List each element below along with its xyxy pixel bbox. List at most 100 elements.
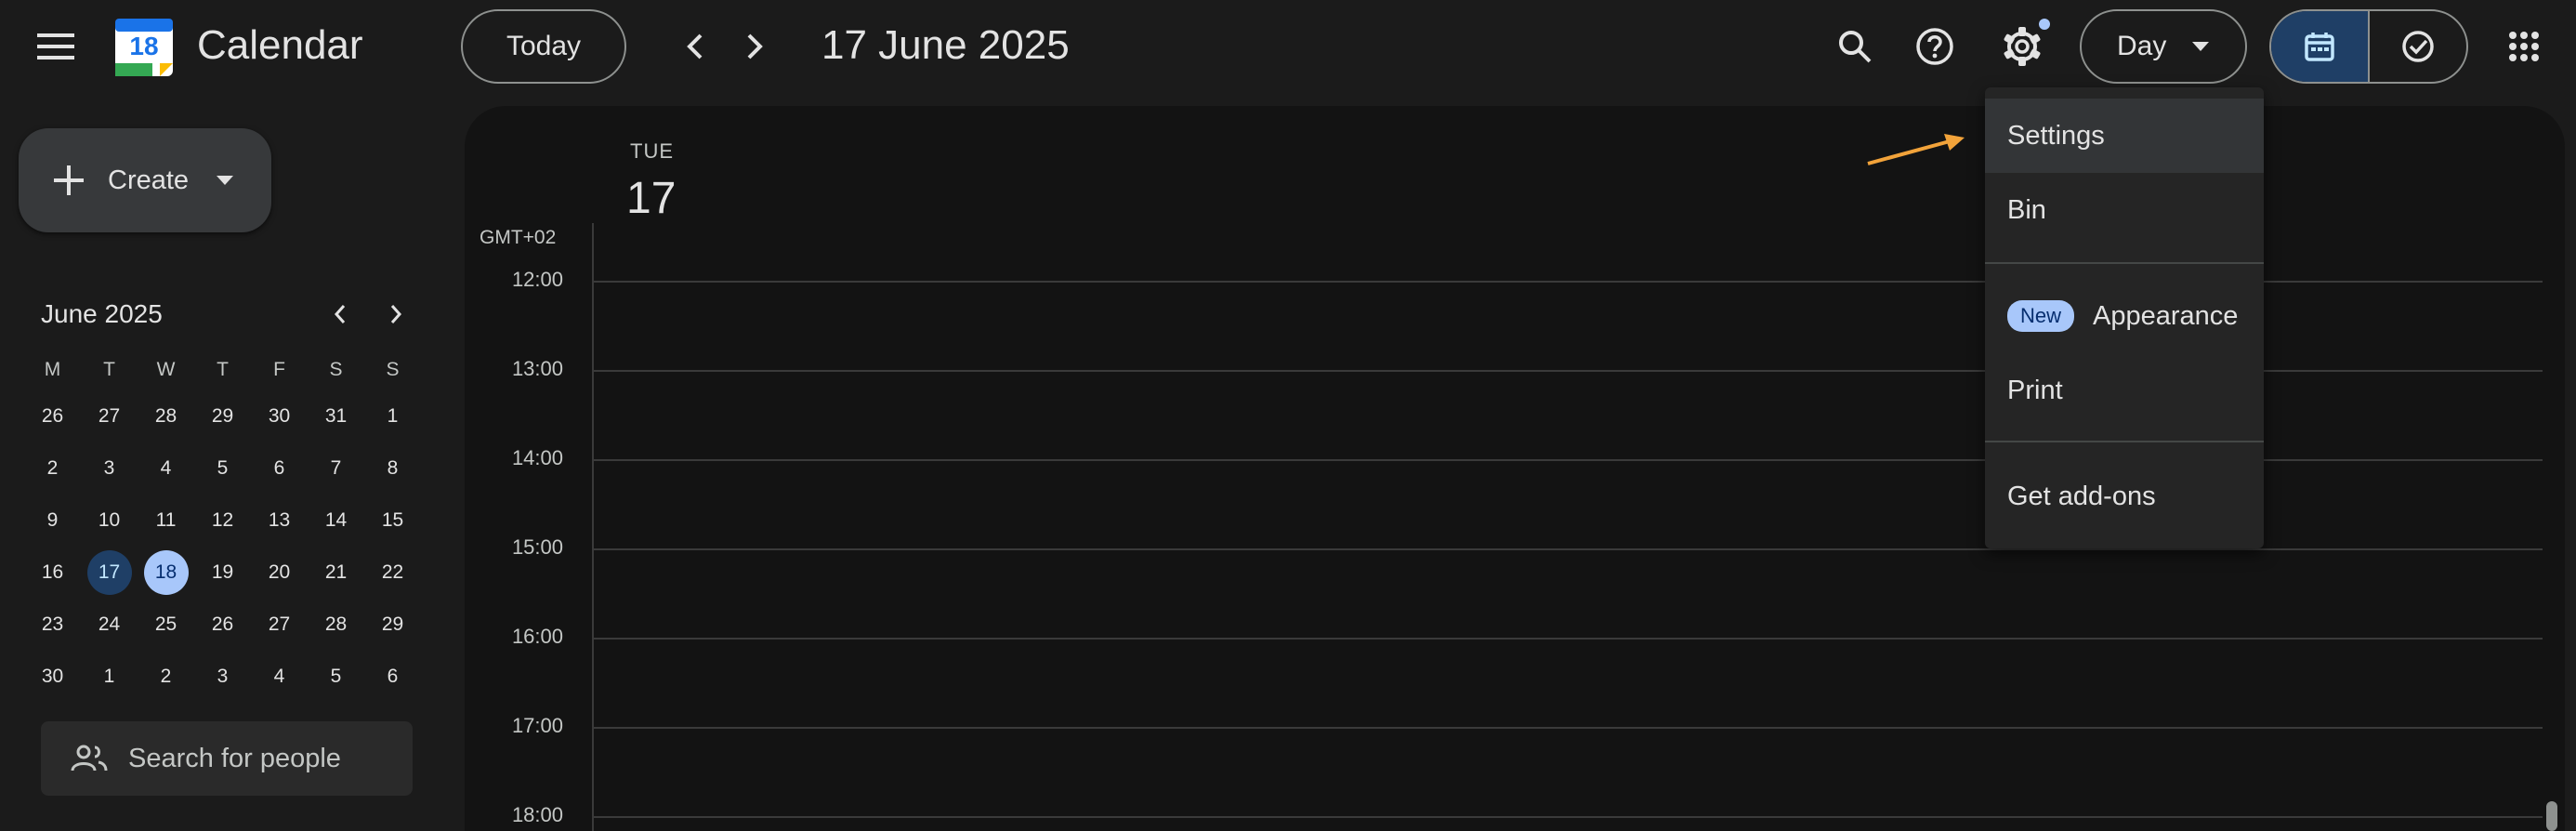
mini-calendar-cell: 17 — [81, 550, 138, 595]
calendar-view-toggle[interactable] — [2271, 11, 2370, 82]
mini-calendar-day[interactable]: 2 — [144, 654, 189, 699]
view-switcher-button[interactable]: Day — [2080, 9, 2247, 84]
mini-calendar-day[interactable]: 5 — [314, 654, 359, 699]
hour-gridline — [593, 638, 2543, 640]
mini-calendar-day[interactable]: 3 — [201, 654, 245, 699]
previous-period-button[interactable] — [669, 20, 721, 73]
mini-calendar-day[interactable]: 27 — [87, 394, 132, 439]
mini-calendar-day[interactable]: 7 — [314, 446, 359, 491]
today-button[interactable]: Today — [461, 9, 626, 84]
mini-calendar-cell: 7 — [308, 446, 364, 491]
mini-calendar-day[interactable]: 23 — [31, 602, 75, 647]
mini-calendar-day[interactable]: 26 — [201, 602, 245, 647]
menu-divider — [1985, 441, 2264, 442]
mini-calendar-day[interactable]: 18 — [143, 550, 189, 595]
mini-calendar-day[interactable]: 22 — [371, 550, 415, 595]
app-title: Calendar — [197, 22, 363, 68]
support-button[interactable] — [1909, 20, 1961, 73]
search-icon — [1839, 31, 1872, 63]
chevron-left-icon — [334, 305, 346, 323]
mini-calendar-day[interactable]: 8 — [371, 446, 415, 491]
mini-calendar-day[interactable]: 16 — [31, 550, 75, 595]
mini-calendar-day[interactable]: 28 — [144, 394, 189, 439]
mini-calendar-weeks: 26 27 28 29 30 31 1 2 3 4 5 6 7 8 9 10 11 12 13 14 15 16 17 18 1… — [24, 394, 424, 699]
hamburger-icon — [37, 33, 74, 59]
mini-calendar-day[interactable]: 12 — [201, 498, 245, 543]
mini-calendar-day[interactable]: 29 — [371, 602, 415, 647]
chevron-right-icon — [747, 33, 763, 59]
mini-calendar-cell: 12 — [194, 498, 251, 543]
calendar-logo[interactable]: 18 — [113, 17, 175, 78]
menu-item-get-addons[interactable]: Get add-ons — [1985, 459, 2264, 534]
mini-calendar-day[interactable]: 4 — [257, 654, 302, 699]
mini-calendar-day[interactable]: 21 — [314, 550, 359, 595]
mini-calendar-day[interactable]: 1 — [371, 394, 415, 439]
task-check-icon — [2402, 31, 2434, 62]
mini-calendar-day[interactable]: 2 — [31, 446, 75, 491]
hour-label: 14:00 — [511, 446, 563, 469]
mini-calendar-day[interactable]: 27 — [257, 602, 302, 647]
mini-calendar-day[interactable]: 24 — [87, 602, 132, 647]
mini-calendar-cell: 8 — [364, 446, 421, 491]
mini-calendar-day[interactable]: 30 — [31, 654, 75, 699]
search-people-input[interactable]: Search for people — [41, 721, 413, 796]
mini-calendar-cell: 3 — [194, 654, 251, 699]
mini-calendar-day[interactable]: 28 — [314, 602, 359, 647]
mini-calendar-day[interactable]: 26 — [31, 394, 75, 439]
mini-calendar-cell: 3 — [81, 446, 138, 491]
mini-calendar-cell: 2 — [138, 654, 194, 699]
notification-dot — [2039, 19, 2050, 30]
mini-calendar-prev-button[interactable] — [322, 296, 359, 333]
calendar-icon — [2305, 33, 2334, 61]
mini-calendar-cell: 27 — [81, 394, 138, 439]
mini-calendar-day[interactable]: 4 — [144, 446, 189, 491]
mini-calendar-cell: 21 — [308, 550, 364, 595]
scrollbar-thumb[interactable] — [2546, 801, 2557, 831]
search-button[interactable] — [1829, 20, 1881, 73]
mini-calendar-day[interactable]: 9 — [31, 498, 75, 543]
create-button-label: Create — [108, 165, 190, 195]
create-button[interactable]: Create — [19, 128, 271, 232]
mini-calendar-day[interactable]: 3 — [87, 446, 132, 491]
mini-calendar-day[interactable]: 17 — [86, 550, 132, 595]
mini-calendar-cell: 10 — [81, 498, 138, 543]
mini-calendar-day[interactable]: 13 — [257, 498, 302, 543]
mini-calendar-day[interactable]: 29 — [201, 394, 245, 439]
menu-item-bin[interactable]: Bin — [1985, 173, 2264, 247]
mini-calendar-cell: 22 — [364, 550, 421, 595]
mini-calendar-cell: 25 — [138, 602, 194, 647]
mini-calendar-day[interactable]: 25 — [144, 602, 189, 647]
next-period-button[interactable] — [729, 20, 781, 73]
mini-calendar-day[interactable]: 1 — [87, 654, 132, 699]
weekday-label: T — [103, 359, 115, 380]
mini-calendar-cell: 5 — [194, 446, 251, 491]
mini-calendar-day[interactable]: 6 — [257, 446, 302, 491]
mini-calendar-day[interactable]: 6 — [371, 654, 415, 699]
day-header-number[interactable]: 17 — [626, 173, 676, 224]
menu-item-appearance[interactable]: New Appearance — [1985, 279, 2264, 353]
mini-calendar-day[interactable]: 19 — [201, 550, 245, 595]
apps-grid-icon — [2509, 32, 2539, 61]
mini-calendar-day[interactable]: 30 — [257, 394, 302, 439]
plus-icon — [54, 165, 84, 195]
mini-calendar-day[interactable]: 10 — [87, 498, 132, 543]
mini-calendar-day[interactable]: 15 — [371, 498, 415, 543]
mini-calendar-cell: 23 — [24, 602, 81, 647]
mini-calendar-day[interactable]: 14 — [314, 498, 359, 543]
mini-calendar-day[interactable]: 31 — [314, 394, 359, 439]
hour-gridline — [593, 548, 2543, 550]
main-menu-button[interactable] — [26, 19, 85, 74]
google-apps-button[interactable] — [2496, 19, 2552, 74]
mini-calendar-next-button[interactable] — [377, 296, 414, 333]
menu-item-print[interactable]: Print — [1985, 353, 2264, 428]
mini-calendar-day[interactable]: 20 — [257, 550, 302, 595]
current-date-title: 17 June 2025 — [821, 22, 1070, 68]
mini-calendar-day[interactable]: 11 — [144, 498, 189, 543]
menu-item-settings[interactable]: Settings — [1985, 99, 2264, 173]
mini-calendar-cell: 11 — [138, 498, 194, 543]
settings-button[interactable] — [1994, 19, 2050, 74]
mini-calendar-cell: 26 — [24, 394, 81, 439]
mini-calendar-day[interactable]: 5 — [201, 446, 245, 491]
annotation-arrow-icon — [1867, 134, 1965, 165]
tasks-view-toggle[interactable] — [2370, 11, 2466, 82]
